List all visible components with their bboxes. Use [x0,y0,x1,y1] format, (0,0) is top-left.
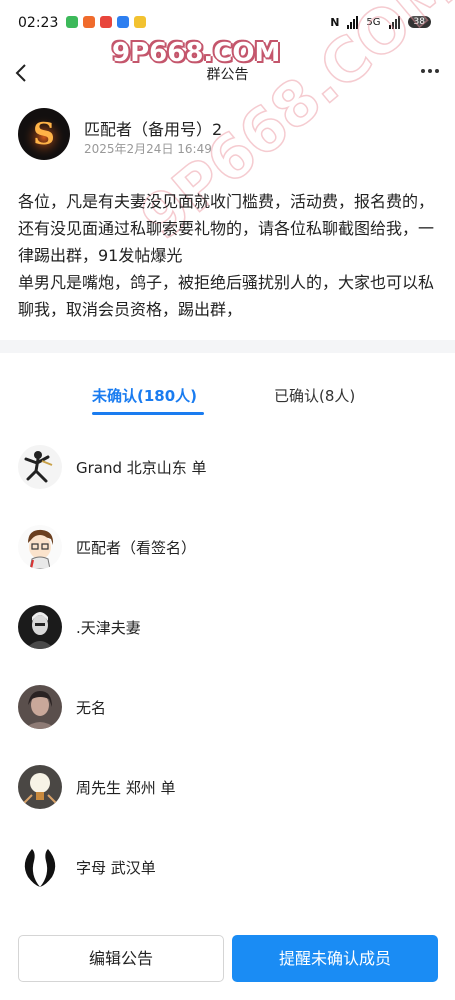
post-timestamp: 2025年2月24日 16:49 [84,142,212,156]
member-row[interactable]: 周先生 郑州 单 [0,756,455,826]
app-icon [134,16,146,28]
member-name: 字母 武汉单 [76,859,156,877]
member-name: Grand 北京山东 单 [76,459,207,477]
member-row[interactable]: .天津夫妻 [0,596,455,666]
announcement-body: 各位，凡是有夫妻没见面就收门槛费，活动费，报名费的，还有没见面通过私聊索要礼物的… [18,188,444,323]
app-icon [117,16,129,28]
app-icon [83,16,95,28]
portrait-avatar [18,685,62,729]
member-name: 匹配者（看签名） [76,539,197,557]
page-title: 群公告 [206,67,249,83]
horns-avatar [18,845,62,889]
cartoon-boy-avatar [18,525,62,569]
svg-text:S: S [33,117,55,152]
member-row[interactable]: 匹配者（看签名） [0,516,455,586]
member-row[interactable]: 字母 武汉单 [0,836,455,906]
more-options-icon[interactable] [421,66,441,76]
fire-letter-icon: S [22,113,66,157]
section-divider [0,340,455,353]
member-name: 周先生 郑州 单 [76,779,176,797]
member-name: 无名 [76,699,107,717]
member-row[interactable]: Grand 北京山东 单 [0,436,455,506]
poster-avatar[interactable]: S [18,108,70,160]
tab-unconfirmed[interactable]: 未确认(180人) [92,385,197,406]
poster-name: 匹配者（备用号）2 [84,120,223,139]
member-row[interactable]: 无名 [0,676,455,746]
dark-photo-avatar [18,605,62,649]
tab-confirmed[interactable]: 已确认(8人) [274,385,355,406]
announcement-text: 各位，凡是有夫妻没见面就收门槛费，活动费，报名费的，还有没见面通过私聊索要礼物的… [18,188,444,323]
announcement-paragraph: 单男凡是嘴炮，鸽子，被拒绝后骚扰别人的，大家也可以私聊我，取消会员资格，踢出群， [18,273,435,319]
lightbulb-avatar [18,765,62,809]
member-name: .天津夫妻 [76,619,141,637]
remind-unconfirmed-button[interactable]: 提醒未确认成员 [232,935,438,982]
status-time: 02:23 [18,15,59,31]
notification-icons [66,16,146,28]
app-icon [66,16,78,28]
announcement-paragraph: 各位，凡是有夫妻没见面就收门槛费，活动费，报名费的，还有没见面通过私聊索要礼物的… [18,192,435,265]
app-icon [100,16,112,28]
dancer-avatar [18,445,62,489]
active-tab-indicator [92,412,204,415]
edit-announcement-button[interactable]: 编辑公告 [18,935,224,982]
